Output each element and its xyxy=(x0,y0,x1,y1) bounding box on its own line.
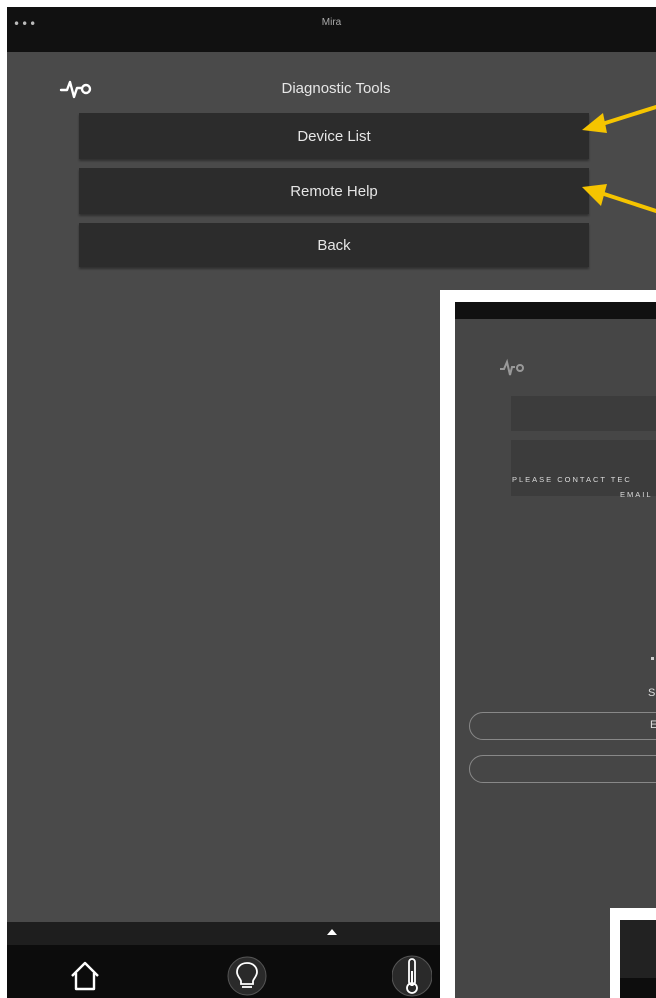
inset-status-bar xyxy=(455,302,656,319)
page-title: Diagnostic Tools xyxy=(281,80,391,97)
remote-help-button[interactable]: Remote Help xyxy=(79,168,589,214)
inset-screenshot: PLEASE CONTACT TEC EMAIL S EN xyxy=(455,302,656,998)
status-title: Mira xyxy=(321,17,342,28)
inset-pill-button-2[interactable] xyxy=(469,755,656,783)
thermometer-icon[interactable] xyxy=(392,953,432,998)
inset-bar xyxy=(511,396,656,431)
pulse-icon xyxy=(500,358,524,376)
inset-pill-label: EN xyxy=(650,719,656,731)
caret-up-icon[interactable] xyxy=(327,929,337,935)
device-list-button[interactable]: Device List xyxy=(79,113,589,159)
inset-message-line2: EMAIL xyxy=(620,490,653,499)
inset-dot xyxy=(651,657,654,660)
inset-letter: S xyxy=(648,687,656,699)
inset-pill-button[interactable]: EN xyxy=(469,712,656,740)
pull-up-strip[interactable] xyxy=(7,922,443,945)
arrow-pointer-2 xyxy=(582,184,656,213)
tab-bar xyxy=(7,945,443,998)
nested-inset-bar xyxy=(620,978,656,998)
device-list-label: Device List xyxy=(297,127,371,145)
inset-message-panel xyxy=(511,440,656,496)
back-label: Back xyxy=(317,236,351,254)
status-bar: ••• Mira xyxy=(7,7,656,52)
bulb-icon[interactable] xyxy=(226,955,268,997)
home-icon[interactable] xyxy=(69,960,101,992)
arrow-pointer-1 xyxy=(582,105,656,133)
remote-help-label: Remote Help xyxy=(290,182,378,200)
back-button[interactable]: Back xyxy=(79,223,589,267)
inset-message-line1: PLEASE CONTACT TEC xyxy=(512,475,632,484)
